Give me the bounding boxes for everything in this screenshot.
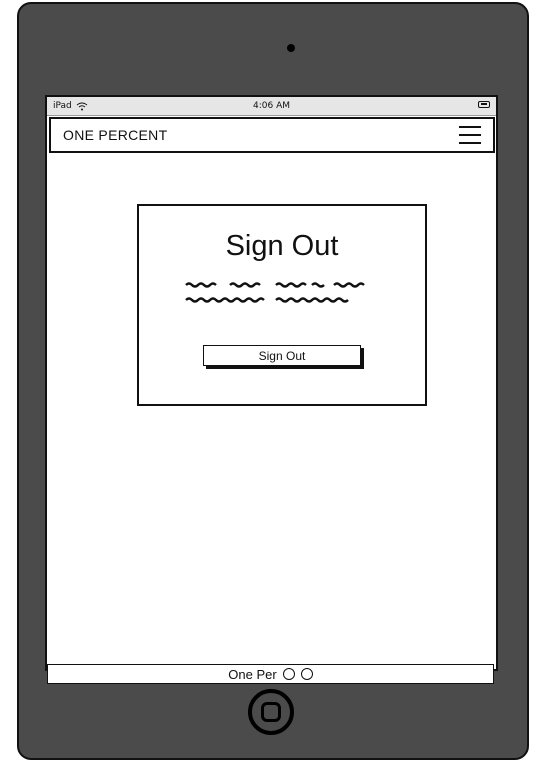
status-time: 4:06 AM xyxy=(253,101,290,111)
ipad-screen: iPad 4:06 AM ONE PERCENT Sign Out Sign O… xyxy=(45,95,498,671)
card-title: Sign Out xyxy=(225,230,339,262)
camera-icon xyxy=(287,44,295,52)
sign-out-card: Sign Out Sign Out xyxy=(137,204,427,406)
placeholder-text-scribble xyxy=(185,282,365,303)
circle-icon xyxy=(282,668,295,680)
brand-title[interactable]: ONE PERCENT xyxy=(63,127,167,143)
top-navbar: ONE PERCENT xyxy=(49,117,495,153)
footer-text: One Per xyxy=(228,666,277,682)
status-bar: iPad 4:06 AM xyxy=(47,97,496,116)
home-square-icon xyxy=(261,702,281,722)
sign-out-button[interactable]: Sign Out xyxy=(203,345,361,366)
home-button[interactable] xyxy=(248,689,294,735)
circle-icon xyxy=(300,668,313,680)
battery-icon xyxy=(478,101,490,108)
hamburger-menu-icon[interactable] xyxy=(459,126,481,144)
footer-bar: One Per xyxy=(47,664,494,684)
